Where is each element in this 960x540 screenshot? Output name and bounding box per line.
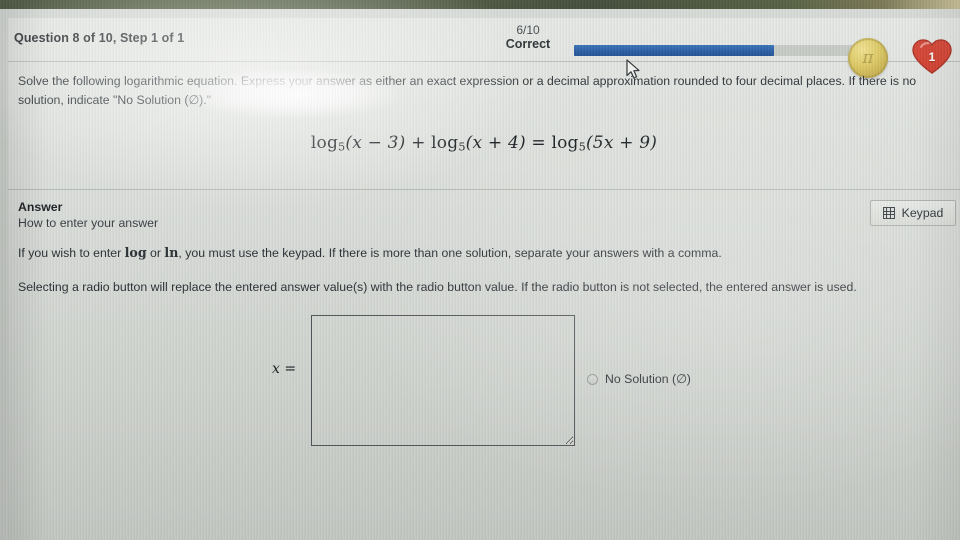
keypad-button[interactable]: Keypad <box>870 200 956 226</box>
hint-log-function: log <box>124 245 147 260</box>
progress-bar <box>574 45 864 56</box>
grid-keypad-icon <box>882 207 895 219</box>
hint-ln-function: ln <box>164 245 179 260</box>
equation-equals: = <box>531 133 546 154</box>
answer-subheading: How to enter your answer <box>18 216 159 230</box>
score-block: 6/10 Correct <box>496 23 560 52</box>
answer-heading: Answer <box>18 200 63 214</box>
log-arg-2: (x + 4) <box>465 133 526 154</box>
equation-lhs-log1: log5(x − 3) <box>311 133 411 153</box>
equation-plus: + <box>411 133 426 154</box>
hint-conjunction: or <box>146 246 165 260</box>
hint-prefix: If you wish to enter <box>18 246 125 260</box>
log-label-1: log <box>310 133 339 154</box>
progress-bar-fill <box>574 45 775 56</box>
hint-radio-text: Selecting a radio button will replace th… <box>18 280 857 294</box>
hint-keypad-text: If you wish to enter log or ln, you must… <box>18 245 950 260</box>
log-label-3: log <box>551 133 579 154</box>
screen-area: Question 8 of 10, Step 1 of 1 6/10 Corre… <box>0 9 960 540</box>
keypad-button-label: Keypad <box>901 206 944 220</box>
monitor-bezel-top-band <box>0 0 960 9</box>
variable-x: x <box>272 361 280 377</box>
prompt-section: Solve the following logarithmic equation… <box>8 62 960 190</box>
no-solution-option[interactable]: No Solution (∅) <box>587 372 691 386</box>
equation-rhs-log3: log5(5x + 9) <box>551 133 657 153</box>
hint-suffix: , you must use the keypad. If there is m… <box>178 246 722 260</box>
log-base-3: 5 <box>578 140 586 154</box>
question-page: Question 8 of 10, Step 1 of 1 6/10 Corre… <box>8 18 960 540</box>
no-solution-radio[interactable] <box>587 373 598 385</box>
x-equals-label: x = <box>272 361 296 377</box>
equation-lhs-log2: log5(x + 4) <box>431 133 531 153</box>
log-arg-1: (x − 3) <box>345 133 406 154</box>
score-status-label: Correct <box>505 37 551 52</box>
photographed-monitor-frame: Question 8 of 10, Step 1 of 1 6/10 Corre… <box>0 0 960 540</box>
log-label-2: log <box>431 133 459 154</box>
answer-entry-row: x = No Solution (∅) <box>18 312 950 452</box>
equals-sign: = <box>284 361 297 377</box>
answer-input[interactable] <box>311 315 575 446</box>
equation-display: log5(x − 3) + log5(x + 4) = log5(5x + 9) <box>18 133 950 153</box>
log-arg-3: (5x + 9) <box>585 133 658 154</box>
answer-section: Answer How to enter your answer Keypad I… <box>8 190 960 452</box>
page-title: Question 8 of 10, Step 1 of 1 <box>14 31 185 45</box>
page-header: Question 8 of 10, Step 1 of 1 6/10 Corre… <box>8 18 960 78</box>
log-base-2: 5 <box>458 140 466 154</box>
score-fraction: 6/10 <box>516 23 540 37</box>
prompt-text: Solve the following logarithmic equation… <box>18 74 917 108</box>
no-solution-label: No Solution (∅) <box>605 372 691 386</box>
